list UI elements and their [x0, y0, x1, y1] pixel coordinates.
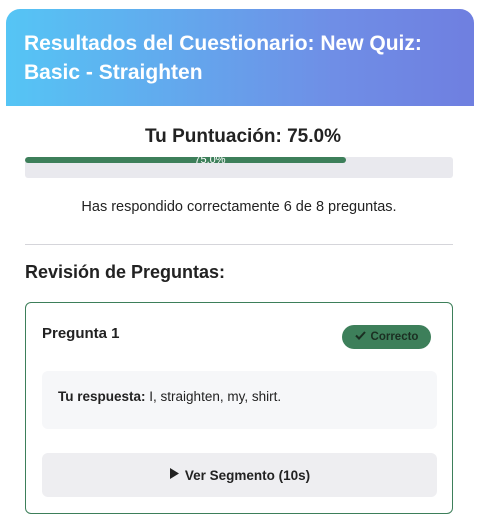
results-header: Resultados del Cuestionario: New Quiz: B… [6, 9, 474, 106]
score-label: Tu Puntuación: 75.0% [144, 126, 341, 147]
status-badge: Correcto [342, 325, 431, 349]
play-icon [169, 467, 180, 483]
status-badge-label: Correcto [370, 331, 419, 343]
score-progress-text: 75.0% [194, 157, 226, 166]
answer-label: Tu respuesta: [58, 389, 146, 404]
divider [25, 244, 453, 245]
check-icon [354, 331, 366, 343]
view-segment-button[interactable]: Ver Segmento (10s) [42, 453, 437, 497]
summary-text: Has respondido correctamente 6 de 8 preg… [81, 199, 397, 215]
question-card: Pregunta 1 Correcto Tu respuesta: I, str… [25, 302, 453, 514]
review-section-title: Revisión de Preguntas: [25, 262, 226, 282]
question-title: Pregunta 1 [42, 325, 120, 342]
score-progress-bar: 75.0% [25, 157, 453, 178]
answer-value: I, straighten, my, shirt. [149, 389, 282, 404]
page-title: Resultados del Cuestionario: New Quiz: B… [24, 32, 422, 84]
answer-box: Tu respuesta: I, straighten, my, shirt. [42, 371, 437, 429]
view-segment-label: Ver Segmento (10s) [184, 467, 311, 483]
